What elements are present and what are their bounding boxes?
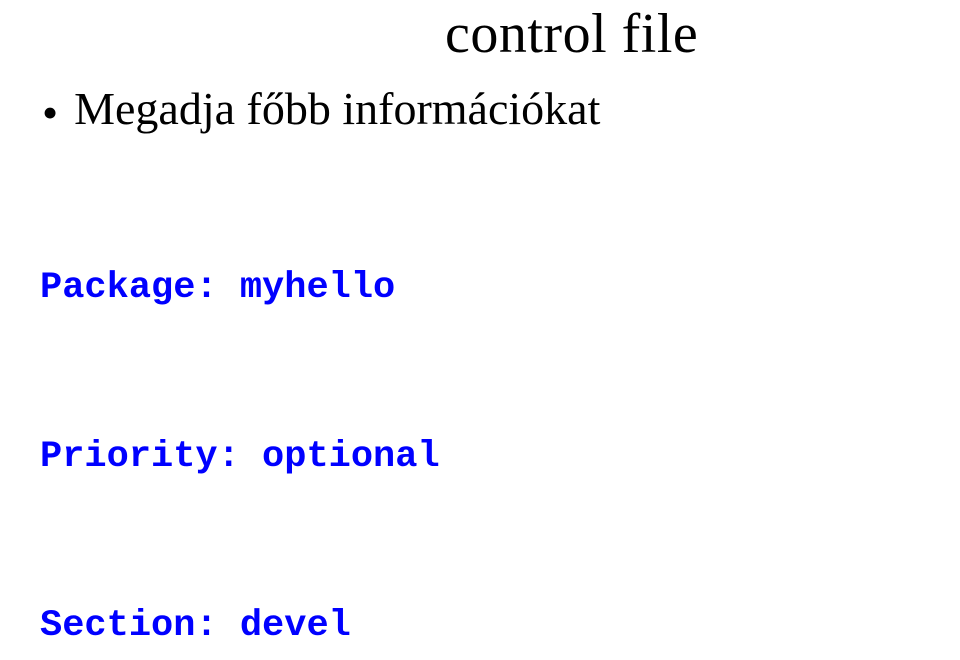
bullet-item: • Megadja főbb információkat xyxy=(42,84,926,136)
bullet-text: Megadja főbb információkat xyxy=(74,84,600,135)
slide-title: control file xyxy=(445,2,926,66)
line-priority: Priority: optional xyxy=(40,429,926,485)
slide: control file • Megadja főbb információka… xyxy=(0,2,960,660)
line-package: Package: myhello xyxy=(40,260,926,316)
line-section: Section: devel xyxy=(40,598,926,654)
control-file-content: Package: myhello Priority: optional Sect… xyxy=(40,148,926,660)
bullet-marker: • xyxy=(42,90,58,136)
